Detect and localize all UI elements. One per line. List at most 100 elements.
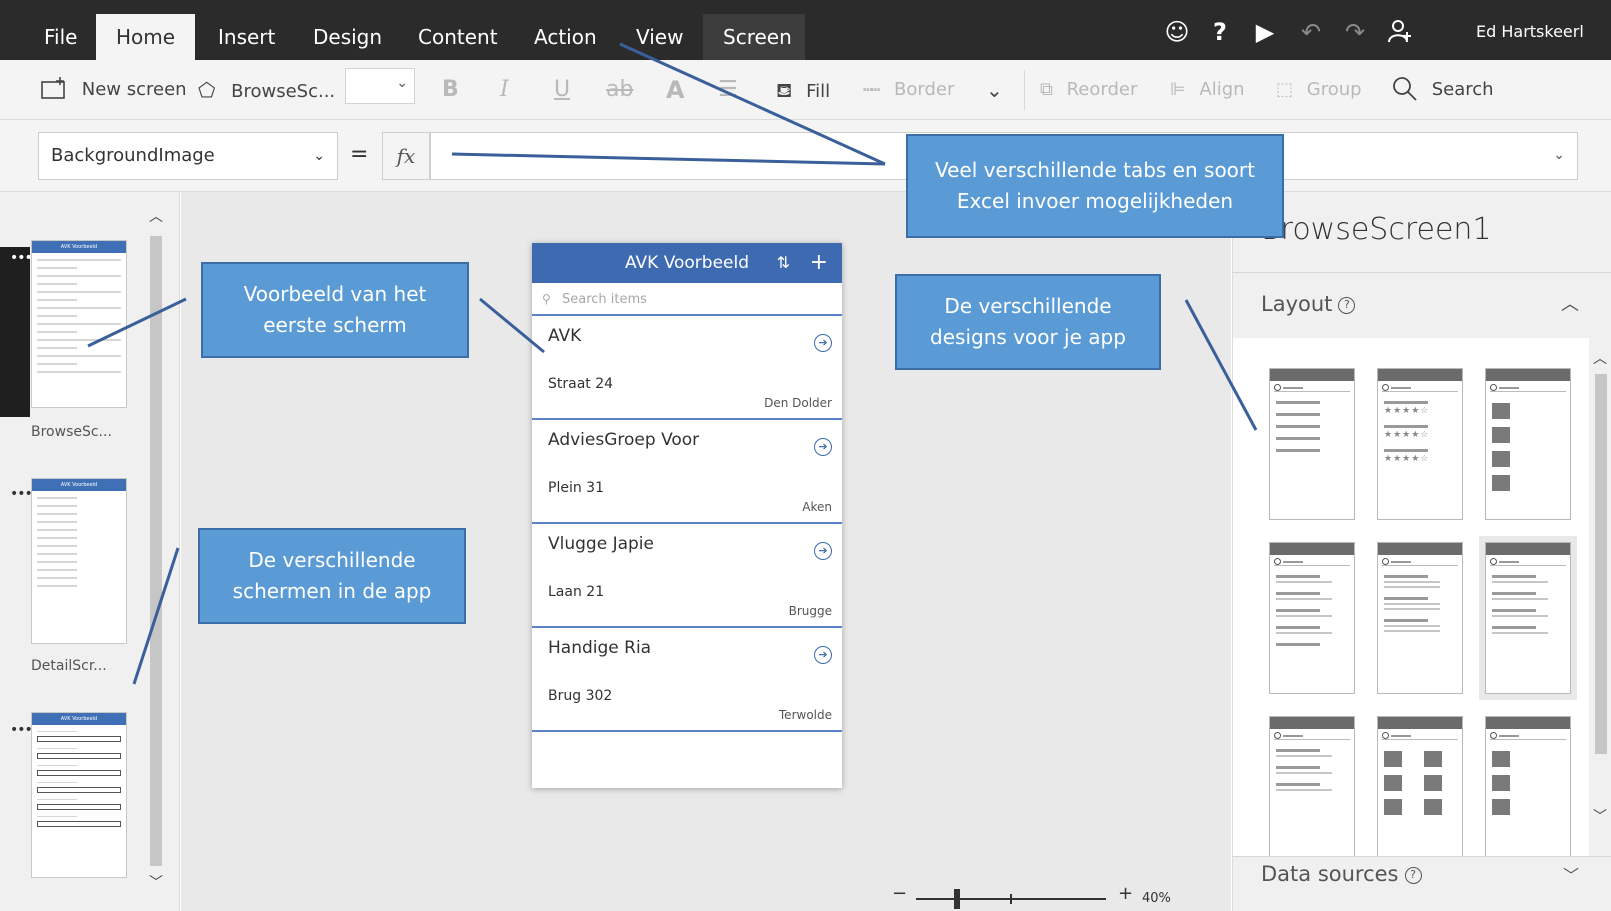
add-user-icon[interactable] [1386,18,1414,46]
expand-formula-icon[interactable]: ⌄ [1553,147,1565,163]
group-label: Group [1306,79,1362,100]
search-label: Search [1431,79,1494,100]
screen-thumbnail-browse[interactable]: AVK Voorbeeld [31,240,127,408]
callout-first-screen-text: Voorbeeld van het eerste scherm [243,282,427,337]
zoom-in-button[interactable]: + [1118,883,1133,904]
screen-thumbnail-detail[interactable]: AVK Voorbeeld [31,478,127,644]
item-subtitle: Brug 302 [548,688,613,704]
reorder-button[interactable]: ⧉ Reorder [1040,72,1137,108]
more-options-icon[interactable]: ••• [10,486,33,502]
scroll-down-icon[interactable]: ﹀ [147,872,165,892]
group-button[interactable]: ⬚ Group [1276,72,1362,108]
bold-button[interactable]: B [442,72,459,108]
user-name[interactable]: Ed Hartskeerl [1476,22,1584,41]
thumbnail-header: AVK Voorbeeld [32,241,126,253]
layout-option-list-images[interactable] [1485,368,1571,520]
tab-file[interactable]: File [24,14,97,60]
tab-content[interactable]: Content [398,14,518,60]
redo-icon[interactable]: ↷ [1341,18,1369,46]
callout-tabs: Veel verschillende tabs en soort Excel i… [906,134,1284,238]
screens-scrollbar[interactable]: ︿ ﹀ [147,192,165,911]
new-screen-button[interactable]: New screen [40,72,187,108]
property-value: BackgroundImage [51,145,215,166]
list-item[interactable]: Vlugge Japie ➔ Laan 21 Brugge [532,524,842,628]
border-button[interactable]: ┅┅ Border [863,72,954,108]
layout-section-header[interactable]: Layout? [1261,292,1356,316]
arrow-right-icon[interactable]: ➔ [814,334,832,352]
screen-name-title[interactable]: BrowseScreen1 [1261,212,1492,247]
font-color-button[interactable]: A [666,72,685,108]
play-icon[interactable]: ▶ [1251,18,1279,46]
thumbnail-header: AVK Voorbeeld [32,713,126,725]
underline-button[interactable]: U [554,72,570,108]
more-options-icon[interactable]: ••• [10,250,33,266]
layout-option-selected[interactable] [1479,536,1577,700]
smiley-icon[interactable]: ☺ [1163,18,1191,46]
undo-icon[interactable]: ↶ [1297,18,1325,46]
fill-label: Fill [806,81,831,102]
callout-screens: De verschillende schermen in de app [198,528,466,624]
zoom-slider-handle[interactable] [954,889,960,909]
more-chevron-icon[interactable]: ⌄ [986,72,1003,108]
layout-option-text-list-dense[interactable] [1377,542,1463,694]
list-item[interactable]: Handige Ria ➔ Brug 302 Terwolde [532,628,842,732]
tab-view[interactable]: View [616,14,703,60]
search-button[interactable]: Search [1392,72,1494,108]
chevron-down-icon: ⌄ [396,75,408,91]
callout-designs-text: De verschillende designs voor je app [930,294,1126,349]
scroll-up-icon[interactable]: ︿ [147,206,165,226]
italic-button[interactable]: I [500,72,509,108]
collapse-layout-icon[interactable]: ︿ [1561,290,1579,316]
list-item[interactable]: AVK ➔ Straat 24 Den Dolder [532,316,842,420]
tag-icon: ⬠ [198,78,216,102]
thumbnail-header: AVK Voorbeeld [32,479,126,491]
phone-search-input[interactable]: ⚲ Search items [532,283,842,316]
ribbon-divider [1024,70,1025,110]
phone-preview[interactable]: AVK Voorbeeld ⇅ + ⚲ Search items AVK ➔ S… [532,243,842,788]
tab-screen[interactable]: Screen [703,14,805,60]
item-city: Den Dolder [764,396,832,410]
tab-design[interactable]: Design [293,14,402,60]
strikethrough-button[interactable]: ab [606,72,633,108]
expand-data-sources-icon[interactable]: ﹀ [1563,862,1579,886]
scrollbar-thumb[interactable] [150,236,162,866]
browse-screen-button[interactable]: ⬠ BrowseSc... [198,72,335,108]
text-align-icon[interactable]: ☰ [718,72,738,108]
layout-option-list-ratings[interactable]: ★★★★☆ ★★★★☆ ★★★★☆ [1377,368,1463,520]
item-city: Terwolde [778,708,832,722]
layout-option-image-list[interactable] [1485,716,1571,856]
screen-label-detail[interactable]: DetailScr... [31,658,107,674]
layout-scrollbar[interactable]: ︿ ﹀ [1589,338,1611,856]
scrollbar-thumb[interactable] [1595,374,1607,754]
arrow-right-icon[interactable]: ➔ [814,438,832,456]
item-city: Brugge [788,604,832,618]
arrow-right-icon[interactable]: ➔ [814,542,832,560]
data-sources-section-header[interactable]: Data sources? [1261,862,1422,886]
screen-label-browse[interactable]: BrowseSc... [31,424,112,440]
scroll-down-icon[interactable]: ﹀ [1593,806,1607,826]
arrow-right-icon[interactable]: ➔ [814,646,832,664]
scroll-up-icon[interactable]: ︿ [1593,348,1607,368]
add-item-icon[interactable]: + [810,243,828,283]
more-options-icon[interactable]: ••• [10,722,33,738]
list-item[interactable]: AdviesGroep Voor ➔ Plein 31 Aken [532,420,842,524]
tab-action[interactable]: Action [514,14,617,60]
align-label: Align [1199,79,1245,100]
tab-insert[interactable]: Insert [198,14,295,60]
fx-icon[interactable]: fx [382,132,430,180]
font-size-dropdown[interactable]: ⌄ [345,68,415,104]
help-icon[interactable]: ? [1206,18,1234,46]
layout-option-image-grid[interactable] [1377,716,1463,856]
layout-option-list-arrows[interactable] [1269,368,1355,520]
layout-option-bordered-list[interactable] [1269,716,1355,856]
help-icon[interactable]: ? [1338,297,1356,314]
help-icon[interactable]: ? [1404,867,1422,884]
align-button[interactable]: ⊫ Align [1170,72,1245,108]
sort-icon[interactable]: ⇅ [777,243,790,283]
fill-button[interactable]: ⛾ Fill [776,72,830,108]
layout-option-text-list[interactable] [1269,542,1355,694]
tab-home[interactable]: Home [96,14,195,60]
property-dropdown[interactable]: BackgroundImage ⌄ [38,132,338,180]
zoom-out-button[interactable]: − [892,883,907,904]
screen-thumbnail-edit[interactable]: AVK Voorbeeld [31,712,127,878]
